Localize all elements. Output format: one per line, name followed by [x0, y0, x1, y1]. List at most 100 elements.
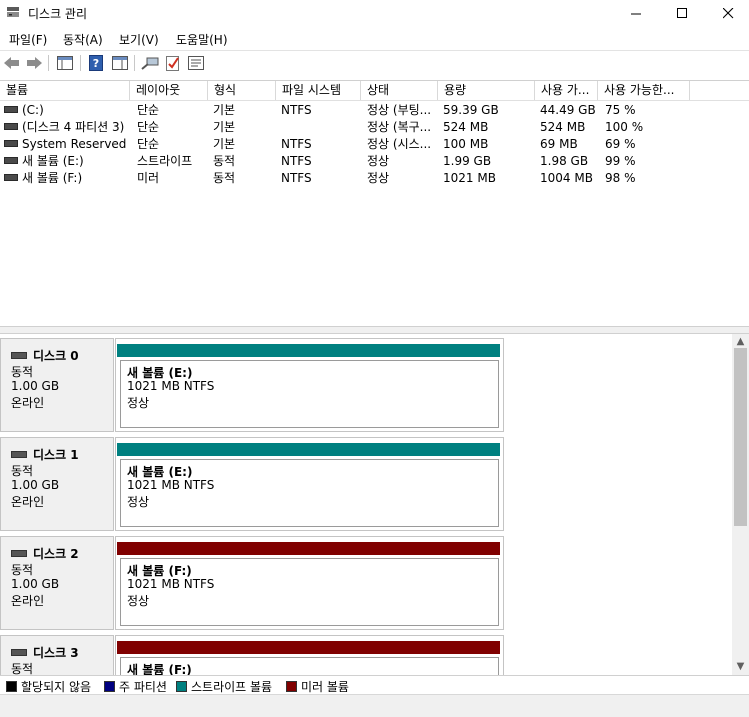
- volume-file-system: NTFS: [281, 103, 312, 117]
- partition[interactable]: 새 볼륨 (E:) 1021 MB NTFS 정상: [115, 338, 504, 432]
- disk-label[interactable]: 디스크 2 동적 1.00 GB 온라인: [0, 536, 114, 630]
- partition-color-bar: [117, 542, 500, 555]
- partition-color-bar: [117, 443, 500, 456]
- window-title: 디스크 관리: [28, 7, 88, 21]
- disk-name: 디스크 0: [33, 349, 79, 363]
- volume-row[interactable]: (C:) 단순 기본 NTFS 정상 (부팅... 59.39 GB 44.49…: [0, 102, 749, 119]
- menu-help[interactable]: 도움말(H): [176, 31, 228, 48]
- volume-type: 기본: [213, 120, 236, 134]
- partition-body[interactable]: 새 볼륨 (E:) 1021 MB NTFS 정상: [120, 360, 499, 428]
- legend-swatch: [6, 681, 17, 692]
- scroll-down-button[interactable]: ▼: [732, 659, 749, 673]
- menu-file[interactable]: 파일(F): [9, 31, 47, 48]
- disk-label[interactable]: 디스크 1 동적 1.00 GB 온라인: [0, 437, 114, 531]
- minimize-icon: [630, 13, 641, 14]
- volume-name: (디스크 4 파티션 3): [22, 120, 125, 134]
- maximize-button[interactable]: [659, 0, 705, 26]
- volume-status: 정상 (시스...: [367, 137, 432, 151]
- title-bar: 디스크 관리: [0, 0, 749, 26]
- volume-name: (C:): [22, 103, 44, 117]
- disk-label[interactable]: 디스크 0 동적 1.00 GB 온라인: [0, 338, 114, 432]
- column-percent-free[interactable]: 사용 가능한...: [598, 81, 690, 100]
- close-button[interactable]: [705, 0, 749, 26]
- forward-button[interactable]: [24, 54, 44, 72]
- partition-size: 1021 MB NTFS: [127, 577, 215, 591]
- minimize-button[interactable]: [613, 0, 659, 26]
- show-pane-button[interactable]: [110, 54, 130, 72]
- volume-row[interactable]: 새 볼륨 (F:) 미러 동적 NTFS 정상 1021 MB 1004 MB …: [0, 170, 749, 187]
- disk-size: 1.00 GB: [11, 478, 60, 492]
- volume-type: 기본: [213, 137, 236, 151]
- column-status[interactable]: 상태: [361, 81, 438, 100]
- volume-capacity: 100 MB: [443, 137, 489, 151]
- chevron-down-icon: ▼: [736, 660, 745, 672]
- console-tree-icon: [57, 56, 73, 70]
- properties-button[interactable]: [186, 54, 206, 72]
- volume-icon: [4, 157, 18, 164]
- scroll-thumb[interactable]: [734, 348, 747, 526]
- hard-disk-icon: [11, 352, 27, 359]
- check-button[interactable]: [163, 54, 183, 72]
- partition-body[interactable]: 새 볼륨 (E:) 1021 MB NTFS 정상: [120, 459, 499, 527]
- volume-row[interactable]: (디스크 4 파티션 3) 단순 기본 정상 (복구... 524 MB 524…: [0, 119, 749, 136]
- legend-swatch: [286, 681, 297, 692]
- volume-status: 정상 (복구...: [367, 120, 432, 134]
- chevron-up-icon: ▲: [736, 335, 745, 347]
- legend-swatch: [104, 681, 115, 692]
- volume-capacity: 1.99 GB: [443, 154, 492, 168]
- volume-row[interactable]: System Reserved 단순 기본 NTFS 정상 (시스... 100…: [0, 136, 749, 153]
- volume-status: 정상 (부팅...: [367, 103, 432, 117]
- show-pane-icon: [112, 56, 128, 70]
- vertical-scrollbar[interactable]: ▲ ▼: [732, 334, 749, 675]
- legend-swatch: [176, 681, 187, 692]
- legend-item: 미러 볼륨: [286, 678, 349, 695]
- partition-body[interactable]: 새 볼륨 (F:) 1021 MB NTFS 정상: [120, 558, 499, 626]
- volume-icon: [4, 123, 18, 130]
- volume-name: System Reserved: [22, 137, 127, 151]
- legend-item: 주 파티션: [104, 678, 167, 695]
- partition[interactable]: 새 볼륨 (F:) 1021 MB NTFS 정상: [115, 536, 504, 630]
- back-button[interactable]: [2, 54, 22, 72]
- disk-size: 1.00 GB: [11, 577, 60, 591]
- connect-button[interactable]: [140, 54, 160, 72]
- column-free-space[interactable]: 사용 가...: [535, 81, 598, 100]
- pane-splitter[interactable]: [0, 326, 749, 334]
- partition-color-bar: [117, 641, 500, 654]
- partition-color-bar: [117, 344, 500, 357]
- column-capacity[interactable]: 용량: [438, 81, 535, 100]
- back-arrow-icon: [4, 57, 19, 69]
- console-tree-button[interactable]: [55, 54, 75, 72]
- volume-icon: [4, 106, 18, 113]
- column-type[interactable]: 형식: [208, 81, 276, 100]
- menu-view[interactable]: 보기(V): [119, 31, 159, 48]
- volume-layout: 단순: [137, 120, 160, 134]
- volume-type: 기본: [213, 103, 236, 117]
- help-button[interactable]: ?: [86, 54, 106, 72]
- volume-layout: 단순: [137, 137, 160, 151]
- volume-percent-free: 99 %: [605, 154, 636, 168]
- column-file-system[interactable]: 파일 시스템: [276, 81, 361, 100]
- disk-type: 동적: [11, 365, 34, 379]
- properties-icon: [188, 56, 204, 70]
- column-volume[interactable]: 볼륨: [0, 81, 130, 100]
- menu-action[interactable]: 동작(A): [63, 31, 103, 48]
- volume-layout: 미러: [137, 171, 160, 185]
- volume-list[interactable]: 볼륨 레이아웃 형식 파일 시스템 상태 용량 사용 가... 사용 가능한..…: [0, 80, 749, 327]
- partition-body[interactable]: 새 볼륨 (F:): [120, 657, 499, 675]
- partition[interactable]: 새 볼륨 (E:) 1021 MB NTFS 정상: [115, 437, 504, 531]
- svg-text:?: ?: [93, 57, 99, 70]
- column-layout[interactable]: 레이아웃: [130, 81, 208, 100]
- toolbar-separator: [48, 55, 49, 71]
- volume-free-space: 524 MB: [540, 120, 586, 134]
- toolbar: ?: [0, 51, 749, 75]
- volume-name: 새 볼륨 (E:): [22, 154, 84, 168]
- volume-layout: 단순: [137, 103, 160, 117]
- volume-free-space: 44.49 GB: [540, 103, 596, 117]
- disk-row: 디스크 3 동적 새 볼륨 (F:): [0, 631, 732, 675]
- partition[interactable]: 새 볼륨 (F:): [115, 635, 504, 675]
- volume-row[interactable]: 새 볼륨 (E:) 스트라이프 동적 NTFS 정상 1.99 GB 1.98 …: [0, 153, 749, 170]
- disk-name: 디스크 1: [33, 448, 79, 462]
- toolbar-separator: [134, 55, 135, 71]
- scroll-up-button[interactable]: ▲: [732, 334, 749, 348]
- disk-label[interactable]: 디스크 3 동적: [0, 635, 114, 675]
